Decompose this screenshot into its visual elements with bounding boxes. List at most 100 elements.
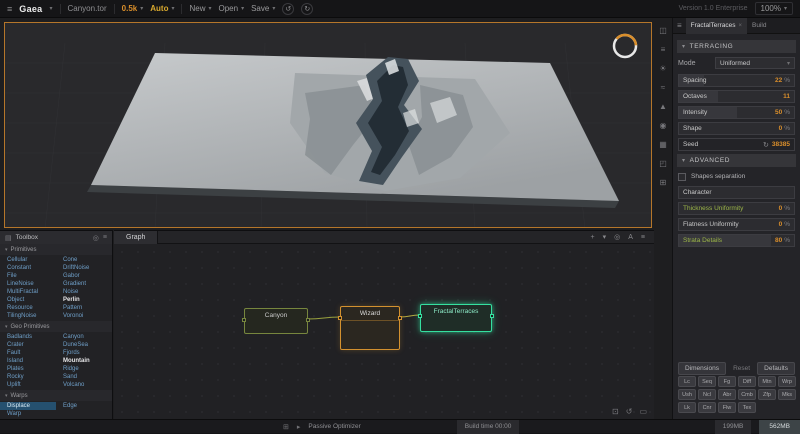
property-slider-octaves[interactable]: Octaves11	[678, 90, 795, 103]
save-button[interactable]: Save ▾	[251, 4, 275, 13]
toolbox-item-uplift[interactable]: Uplift	[0, 381, 56, 389]
quick-node-button-cmb[interactable]: Cmb	[738, 389, 756, 400]
toolbox-item-dunesea[interactable]: DuneSea	[56, 341, 112, 349]
toolbox-section-primitives[interactable]: ▾Primitives	[0, 244, 112, 255]
grid-toggle-icon[interactable]: ⊞	[660, 178, 667, 187]
minimap-icon[interactable]: ▭	[639, 407, 647, 416]
toolbox-item-noise[interactable]: Noise	[56, 288, 112, 296]
property-slider-shape[interactable]: Shape0%	[678, 122, 795, 135]
properties-icon[interactable]: ≡	[673, 21, 686, 30]
visibility-icon[interactable]: ◎	[93, 234, 99, 242]
camera-icon[interactable]: ◉	[660, 121, 667, 130]
quick-node-button-lk[interactable]: Lk	[678, 402, 696, 413]
toolbox-item-cellular[interactable]: Cellular	[0, 256, 56, 264]
toolbox-item-file[interactable]: File	[0, 272, 56, 280]
sun-icon[interactable]: ☀	[659, 64, 666, 73]
toolbox-item-displace[interactable]: Displace	[0, 402, 56, 410]
output-port[interactable]	[398, 316, 402, 320]
quick-node-button-seq[interactable]: Seq	[698, 376, 716, 387]
toolbox-item-plates[interactable]: Plates	[0, 365, 56, 373]
view-2d-icon[interactable]: ▦	[659, 140, 667, 149]
toolbox-item-multifractal[interactable]: MultiFractal	[0, 288, 56, 296]
graph-node-wizard[interactable]: Wizard	[340, 306, 400, 350]
new-button[interactable]: New ▾	[189, 4, 211, 13]
tab-graph[interactable]: Graph	[114, 231, 158, 244]
defaults-button[interactable]: Defaults	[757, 362, 795, 375]
reset-view-icon[interactable]: ↺	[626, 407, 633, 416]
toolbox-section-geo-primitives[interactable]: ▾Geo Primitives	[0, 321, 112, 332]
randomize-seed-icon[interactable]: ↻	[763, 141, 769, 149]
reset-button[interactable]: Reset	[726, 362, 757, 375]
toolbox-item-canyon[interactable]: Canyon	[56, 333, 112, 341]
quick-node-button-lc[interactable]: Lc	[678, 376, 696, 387]
property-slider-intensity[interactable]: Intensity50%	[678, 106, 795, 119]
quick-node-button-zfp[interactable]: Zfp	[758, 389, 776, 400]
property-slider-flatness-uniformity[interactable]: Flatness Uniformity0%	[678, 218, 795, 231]
toolbox-item-volcano[interactable]: Volcano	[56, 381, 112, 389]
view-compass[interactable]	[611, 32, 639, 60]
quick-node-button-tex[interactable]: Tex	[738, 402, 756, 413]
toolbox-item-gabor[interactable]: Gabor	[56, 272, 112, 280]
auto-arrange-icon[interactable]: A	[628, 234, 633, 241]
quick-node-button-wrp[interactable]: Wrp	[778, 376, 796, 387]
toolbox-item-resource[interactable]: Resource	[0, 304, 56, 312]
quick-node-button-ush[interactable]: Ush	[678, 389, 696, 400]
toolbox-item-crater[interactable]: Crater	[0, 341, 56, 349]
seed-field[interactable]: Seed ↻ 38385	[678, 138, 795, 151]
input-port[interactable]	[418, 314, 422, 318]
dimensions-button[interactable]: Dimensions	[678, 362, 726, 375]
shapes-separation-checkbox[interactable]: Shapes separation	[678, 170, 795, 183]
toolbox-item-constant[interactable]: Constant	[0, 264, 56, 272]
quick-node-button-mks[interactable]: Mks	[778, 389, 796, 400]
toolbox-item-perlin[interactable]: Perlin	[56, 296, 112, 304]
toolbox-item-sand[interactable]: Sand	[56, 373, 112, 381]
toolbox-item-gradient[interactable]: Gradient	[56, 280, 112, 288]
property-slider-character[interactable]: Character	[678, 186, 795, 199]
add-node-icon[interactable]: +	[591, 234, 595, 241]
toolbox-item-rocky[interactable]: Rocky	[0, 373, 56, 381]
focus-node-icon[interactable]: ◎	[614, 233, 620, 241]
quick-node-button-fg[interactable]: Fg	[718, 376, 736, 387]
quick-node-button-flw[interactable]: Flw	[718, 402, 736, 413]
water-icon[interactable]: ≈	[661, 83, 665, 92]
output-port[interactable]	[490, 314, 494, 318]
quick-node-button-ncl[interactable]: Ncl	[698, 389, 716, 400]
node-wire[interactable]	[308, 317, 340, 319]
quick-node-button-mtn[interactable]: Mtn	[758, 376, 776, 387]
graph-menu-icon[interactable]: ≡	[641, 234, 645, 241]
tab-build[interactable]: Build	[747, 18, 771, 34]
property-slider-spacing[interactable]: Spacing22%	[678, 74, 795, 87]
add-node-caret-icon[interactable]: ▾	[603, 233, 607, 241]
property-slider-strata-details[interactable]: Strata Details80%	[678, 234, 795, 247]
undo-icon[interactable]: ↺	[282, 3, 294, 15]
quick-node-button-diff[interactable]: Diff	[738, 376, 756, 387]
toolbox-item-tilingnoise[interactable]: TilingNoise	[0, 312, 56, 320]
toolbox-item-fjords[interactable]: Fjords	[56, 349, 112, 357]
run-icon[interactable]: ▸	[297, 423, 301, 431]
brand-caret-icon[interactable]: ▾	[49, 5, 52, 12]
close-tab-icon[interactable]: ×	[738, 23, 742, 29]
toolbox-menu-icon[interactable]: ≡	[103, 234, 107, 241]
toolbox-item-fault[interactable]: Fault	[0, 349, 56, 357]
toolbox-item-island[interactable]: Island	[0, 357, 56, 365]
toolbox-item-linenoise[interactable]: LineNoise	[0, 280, 56, 288]
input-port[interactable]	[338, 316, 342, 320]
section-advanced[interactable]: ▾ ADVANCED	[677, 154, 796, 167]
open-button[interactable]: Open ▾	[219, 4, 245, 13]
frame-all-icon[interactable]: ⊡	[612, 407, 619, 416]
input-port[interactable]	[242, 318, 246, 322]
toolbox-item-cone[interactable]: Cone	[56, 256, 112, 264]
toolbox-item-edge[interactable]: Edge	[56, 402, 112, 410]
layers-icon[interactable]: ≡	[661, 45, 666, 54]
mode-dropdown[interactable]: Uniformed ▾	[715, 57, 795, 69]
build-mode-selector[interactable]: Auto ▾	[150, 4, 174, 13]
quick-node-button-abr[interactable]: Abr	[718, 389, 736, 400]
snapshot-icon[interactable]: ◫	[659, 26, 667, 35]
quick-node-button-cnr[interactable]: Cnr	[698, 402, 716, 413]
toolbox-item-ridge[interactable]: Ridge	[56, 365, 112, 373]
toolbox-item-voronoi[interactable]: Voronoi	[56, 312, 112, 320]
redo-icon[interactable]: ↻	[301, 3, 313, 15]
graph-canvas[interactable]: ⊡↺▭ CanyonWizardFractalTerraces	[114, 244, 654, 420]
graph-node-fractalterraces[interactable]: FractalTerraces	[420, 304, 492, 332]
toolbox-item-warp[interactable]: Warp	[0, 410, 56, 418]
